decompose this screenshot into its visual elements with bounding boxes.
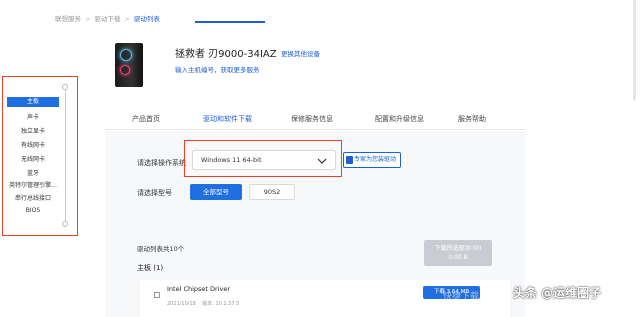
sidebar-item-wireless-nic[interactable]: 无线网卡 — [7, 154, 59, 163]
sidebar-item-serial-bus[interactable]: 串行总线接口 — [7, 193, 59, 202]
tab-product-home[interactable]: 产品首页 — [132, 114, 160, 124]
breadcrumb-current: 驱动列表 — [133, 15, 160, 23]
driver-checkbox[interactable] — [154, 292, 160, 298]
tab-warranty[interactable]: 保修服务信息 — [291, 114, 333, 124]
os-select[interactable]: Windows 11 64-bit — [192, 150, 336, 170]
model-option-90s2[interactable]: 90S2 — [249, 184, 295, 200]
breadcrumb-driver-download[interactable]: 驱动下载 — [94, 15, 120, 23]
tab-drivers-software[interactable]: 驱动和软件下载 — [203, 114, 252, 124]
watermark-text: 头条 @运维圈子 — [513, 286, 602, 300]
os-selected-value: Windows 11 64-bit — [201, 156, 262, 164]
tab-service-help[interactable]: 服务帮助 — [458, 114, 486, 124]
tab-bar: 产品首页 驱动和软件下载 保修服务信息 配置和升级信息 服务帮助 — [105, 108, 525, 130]
download-selected-button[interactable]: 下载所选驱动 (0) 0.00 B — [424, 240, 492, 266]
sidebar-rail-bottom-dot — [62, 221, 68, 227]
sidebar-item-sound[interactable]: 声卡 — [7, 112, 59, 121]
os-label: 请选择操作系统 — [137, 159, 186, 167]
active-tab-indicator — [195, 21, 265, 23]
driver-name: Intel Chipset Driver — [167, 285, 231, 293]
sidebar-item-gpu[interactable]: 独立显卡 — [7, 126, 59, 135]
tab-config-upgrade[interactable]: 配置和升级信息 — [375, 114, 424, 124]
sidebar-item-bluetooth[interactable]: 蓝牙 — [7, 168, 59, 177]
expert-icon — [346, 156, 353, 164]
breadcrumb-home[interactable]: 联想服务 — [55, 15, 81, 23]
download-selected-size: 0.00 B — [448, 254, 468, 261]
product-image — [115, 43, 143, 87]
sidebar-item-bios[interactable]: BIOS — [7, 207, 59, 214]
driver-version: 版本: 10.1.37.5 — [202, 301, 240, 307]
model-option-all[interactable]: 全部型号 — [190, 184, 242, 200]
sidebar-item-mainboard[interactable]: 主板 — [7, 97, 59, 107]
chevron-down-icon — [317, 158, 327, 164]
download-selected-label: 下载所选驱动 (0) — [434, 245, 482, 252]
expert-install-button[interactable]: 专家为您装驱动 — [343, 152, 401, 168]
driver-group-title: 主板 (1) — [137, 264, 164, 272]
watermark: 快捷下载 头条 @运维圈子 — [443, 284, 602, 302]
sidebar-rail-top-dot — [62, 84, 68, 90]
category-sidebar: 主板 声卡 独立显卡 有线网卡 无线网卡 蓝牙 英特尔管理引擎... 串行总线接… — [2, 76, 78, 236]
change-device-link[interactable]: 更换其他设备 — [281, 48, 320, 58]
serial-number-link[interactable]: 输入主机编号，获取更多服务 — [175, 64, 260, 74]
model-label: 请选择型号 — [137, 189, 172, 197]
expert-button-label: 专家为您装驱动 — [354, 156, 397, 163]
sidebar-item-wired-nic[interactable]: 有线网卡 — [7, 140, 59, 149]
breadcrumb: 联想服务 > 驱动下载 > 驱动列表 — [55, 15, 160, 23]
driver-list-count: 驱动列表共10个 — [137, 245, 185, 253]
sidebar-rail — [65, 87, 66, 225]
product-name: 拯救者 刃9000-34IAZ — [175, 49, 277, 60]
driver-date: 2021/10/18 — [167, 301, 196, 307]
page-scrollbar[interactable] — [633, 0, 636, 100]
sidebar-item-intel-me[interactable]: 英特尔管理引擎... — [7, 180, 59, 189]
watermark-logo: 快捷下载 — [443, 292, 480, 302]
driver-meta: 2021/10/18 版本: 10.1.37.5 — [167, 300, 239, 307]
